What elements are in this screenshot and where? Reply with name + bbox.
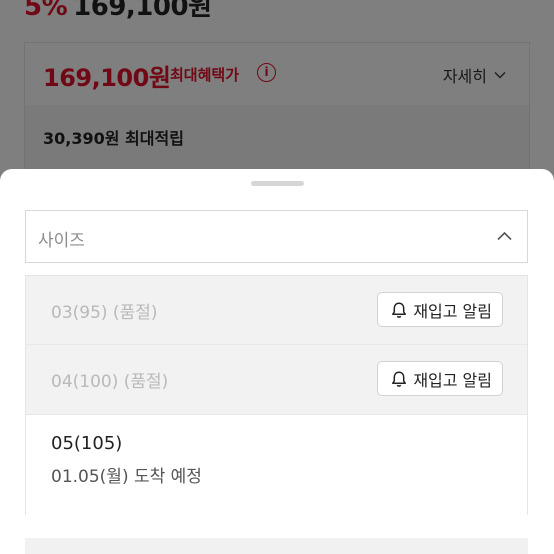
restock-alert-label: 재입고 알림 — [413, 370, 492, 390]
size-option-soldout: 03(95) (품절) 재입고 알림 — [26, 275, 527, 344]
size-select[interactable]: 사이즈 — [25, 210, 528, 263]
option-bottom-sheet: 사이즈 03(95) (품절) 재입고 알림 04(100) (품절) 재입고 … — [0, 169, 554, 554]
restock-alert-button[interactable]: 재입고 알림 — [377, 292, 503, 327]
restock-alert-label: 재입고 알림 — [413, 301, 492, 321]
bell-icon — [392, 370, 407, 387]
drag-handle[interactable] — [251, 181, 304, 186]
size-option-list: 03(95) (품절) 재입고 알림 04(100) (품절) 재입고 알림 0… — [25, 275, 528, 515]
chevron-up-icon — [497, 231, 512, 241]
size-select-label: 사이즈 — [38, 231, 85, 251]
arrival-date-text: 01.05(월) 도착 예정 — [51, 467, 202, 487]
size-option-label: 04(100) (품절) — [51, 372, 169, 392]
restock-alert-button[interactable]: 재입고 알림 — [377, 361, 503, 396]
bell-icon — [392, 301, 407, 318]
next-option-select[interactable] — [25, 538, 528, 554]
size-option-available[interactable]: 05(105) 01.05(월) 도착 예정 — [26, 414, 527, 515]
size-option-name: 05(105) — [51, 433, 123, 454]
size-option-label: 03(95) (품절) — [51, 303, 158, 323]
size-option-soldout: 04(100) (품절) 재입고 알림 — [26, 344, 527, 414]
